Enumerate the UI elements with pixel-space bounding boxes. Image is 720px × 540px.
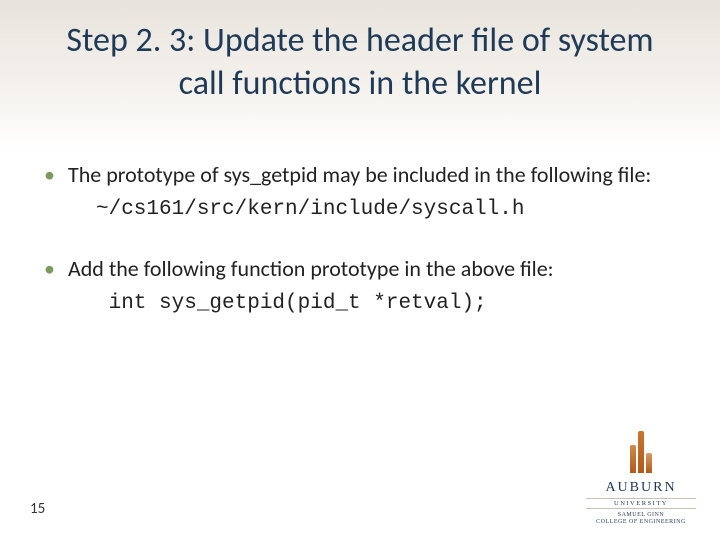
code-line: ~/cs161/src/kern/include/syscall.h (68, 196, 680, 224)
bullet-item: The prototype of sys_getpid may be inclu… (40, 160, 680, 224)
logo-college: SAMUEL GINN COLLEGE OF ENGINEERING (586, 512, 696, 526)
tower-icon (630, 431, 652, 473)
slide-body: The prototype of sys_getpid may be inclu… (40, 160, 680, 348)
code-line: int sys_getpid(pid_t *retval); (68, 290, 680, 318)
slide-title: Step 2. 3: Update the header file of sys… (60, 20, 660, 105)
logo-name: AUBURN (586, 480, 696, 496)
auburn-logo: AUBURN UNIVERSITY SAMUEL GINN COLLEGE OF… (586, 431, 696, 526)
bullet-list: The prototype of sys_getpid may be inclu… (40, 160, 680, 318)
slide: Step 2. 3: Update the header file of sys… (0, 0, 720, 540)
page-number: 15 (30, 500, 45, 518)
bullet-text: The prototype of sys_getpid may be inclu… (68, 161, 651, 188)
logo-sub: UNIVERSITY (586, 498, 696, 509)
bullet-item: Add the following function prototype in … (40, 254, 680, 318)
bullet-text: Add the following function prototype in … (68, 255, 554, 282)
